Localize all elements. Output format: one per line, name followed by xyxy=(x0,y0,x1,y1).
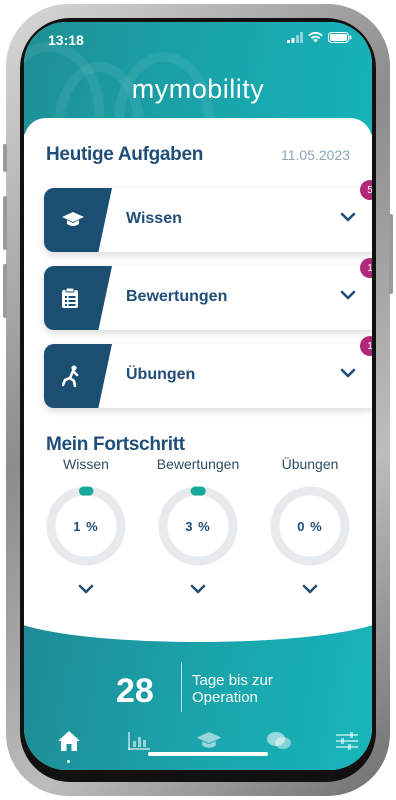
chevron-down-icon[interactable] xyxy=(340,368,356,378)
tasks-date: 11.05.2023 xyxy=(280,147,350,163)
chart-icon xyxy=(128,732,150,750)
bottom-nav xyxy=(24,722,372,763)
settings-sliders-icon xyxy=(336,732,358,750)
progress-item-wissen: Wissen 1 % xyxy=(36,456,136,599)
exercise-lunge-icon xyxy=(62,365,79,387)
divider xyxy=(181,662,182,712)
signal-icon xyxy=(287,32,303,43)
graduation-cap-icon xyxy=(196,732,222,748)
progress-item-uebungen: Übungen 0 % xyxy=(260,456,360,599)
active-indicator xyxy=(67,760,70,763)
task-card-wissen[interactable]: Wissen 5 xyxy=(44,180,372,252)
progress-label: Bewertungen xyxy=(156,456,240,472)
progress-value: 1 % xyxy=(73,518,99,534)
home-icon xyxy=(58,731,80,751)
chevron-down-icon[interactable] xyxy=(340,212,356,222)
clipboard-icon xyxy=(62,288,78,308)
countdown-footer: 28 Tage bis zur Operation xyxy=(24,622,372,770)
home-indicator xyxy=(148,752,268,756)
notification-badge: 1 xyxy=(360,336,372,356)
chevron-down-icon[interactable] xyxy=(190,584,206,594)
phone-frame: 13:18 mymobility Heutige Aufgaben 11.05.… xyxy=(3,4,393,796)
nav-settings[interactable] xyxy=(332,728,362,754)
chevron-down-icon[interactable] xyxy=(302,584,318,594)
task-label: Bewertungen xyxy=(126,288,228,305)
nav-messages[interactable] xyxy=(264,728,294,754)
task-card-bewertungen[interactable]: Bewertungen 1 xyxy=(44,258,372,330)
progress-value: 3 % xyxy=(185,518,211,534)
task-icon-bg xyxy=(44,266,112,330)
nav-statistics[interactable] xyxy=(124,728,154,754)
brand-logo: mymobility xyxy=(131,74,265,104)
mute-switch xyxy=(3,144,7,172)
footer-curve xyxy=(24,622,372,642)
progress-item-bewertungen: Bewertungen 3 % xyxy=(148,456,248,599)
status-icons xyxy=(287,32,352,43)
notification-badge: 5 xyxy=(360,180,372,200)
days-count: 28 xyxy=(116,672,154,710)
progress-ring: 1 % xyxy=(46,486,126,566)
task-card-uebungen[interactable]: Übungen 1 xyxy=(44,336,372,408)
notification-badge: 1 xyxy=(360,258,372,278)
nav-home[interactable] xyxy=(54,728,84,754)
days-label: Tage bis zur Operation xyxy=(192,672,273,706)
progress-value: 0 % xyxy=(297,518,323,534)
task-label: Übungen xyxy=(126,366,196,383)
volume-up-button xyxy=(3,196,7,250)
progress-ring: 3 % xyxy=(158,486,238,566)
progress-title: Mein Fortschritt xyxy=(46,434,185,455)
chevron-down-icon[interactable] xyxy=(340,290,356,300)
power-button xyxy=(389,214,393,294)
task-label: Wissen xyxy=(126,210,182,227)
battery-icon xyxy=(328,32,352,43)
task-icon-bg xyxy=(44,344,112,408)
graduation-cap-icon xyxy=(62,212,84,226)
progress-label: Wissen xyxy=(63,456,109,472)
nav-knowledge[interactable] xyxy=(194,728,224,754)
chat-icon xyxy=(267,732,291,749)
progress-label: Übungen xyxy=(281,456,339,472)
task-icon-bg xyxy=(44,188,112,252)
wifi-icon xyxy=(308,32,323,43)
screen: 13:18 mymobility Heutige Aufgaben 11.05.… xyxy=(24,22,372,770)
volume-down-button xyxy=(3,264,7,318)
chevron-down-icon[interactable] xyxy=(78,584,94,594)
progress-ring: 0 % xyxy=(270,486,350,566)
status-time: 13:18 xyxy=(48,32,84,48)
tasks-title: Heutige Aufgaben xyxy=(46,144,204,165)
